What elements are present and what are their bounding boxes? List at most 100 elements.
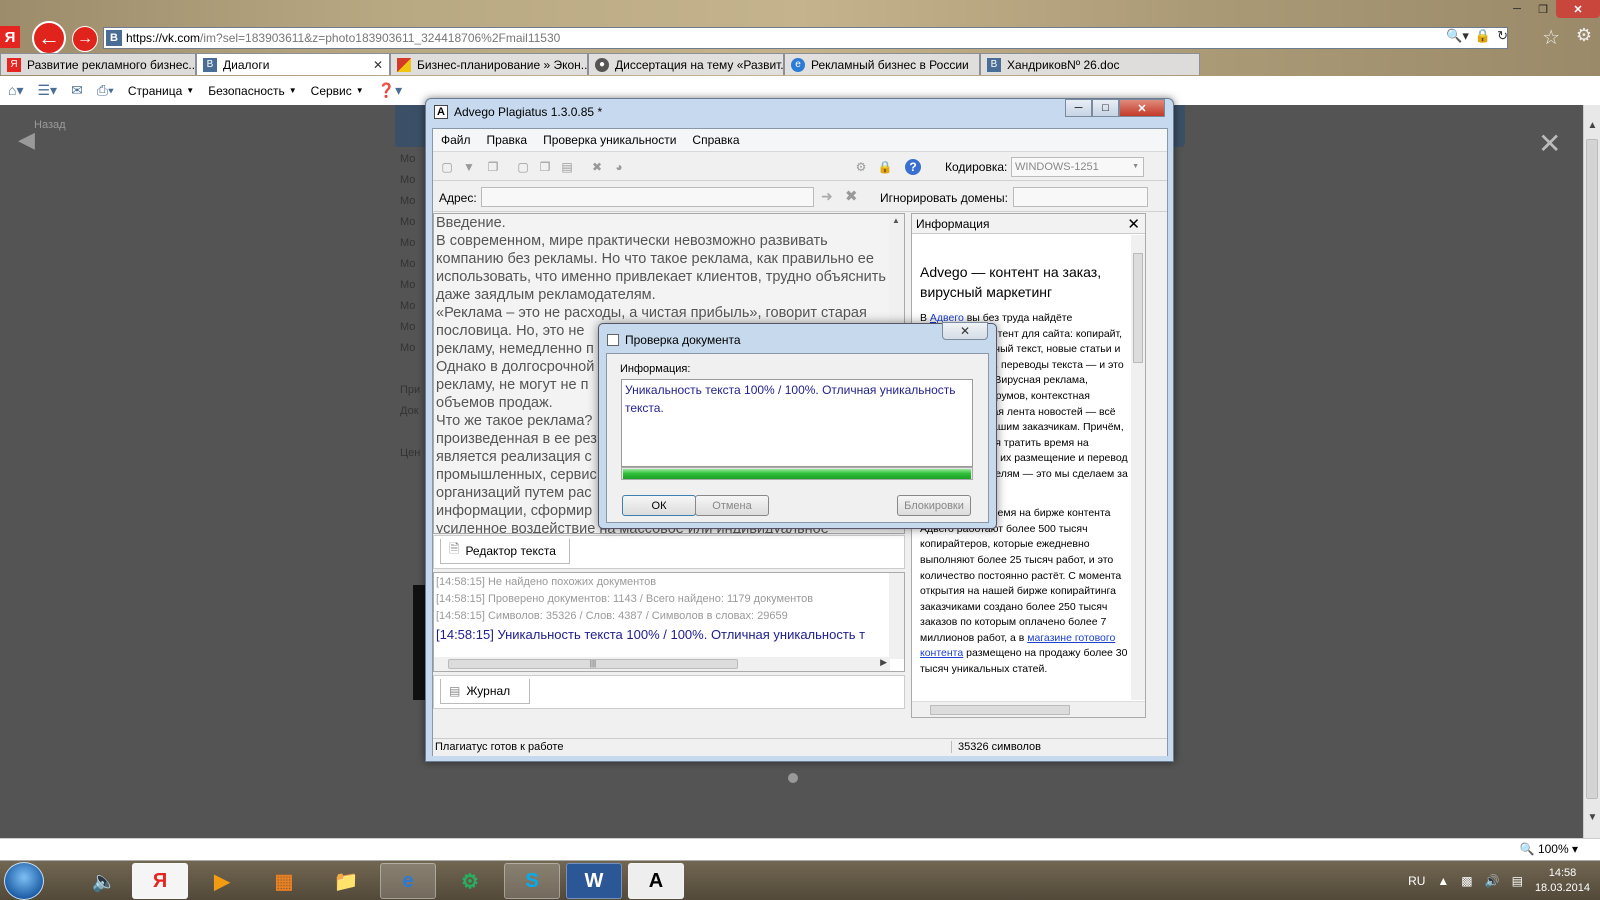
globe-icon[interactable]: ◕ [611, 159, 627, 175]
volume-icon[interactable]: 🔊 [1485, 874, 1500, 888]
menu-check-uniqueness[interactable]: Проверка уникальности [535, 133, 684, 147]
menu-file[interactable]: Файл [433, 133, 479, 147]
stop-icon[interactable]: ✖ [845, 187, 858, 205]
sidebar-item[interactable]: Мо [400, 321, 420, 342]
folder-icon[interactable]: 📁 [318, 863, 374, 899]
sidebar-item[interactable]: Мо [400, 174, 420, 195]
menu-help[interactable]: Справка [684, 133, 747, 147]
maximize-icon[interactable]: □ [1092, 99, 1119, 117]
sidebar-item[interactable]: Мо [400, 342, 420, 363]
info-hscrollbar[interactable] [912, 701, 1145, 717]
network-app-icon[interactable]: ⚙ [442, 863, 498, 899]
scroll-thumb[interactable]: ||| [448, 659, 738, 669]
network-icon[interactable]: ▩ [1461, 874, 1472, 888]
close-window-button[interactable]: ✕ [1556, 0, 1600, 18]
sidebar-item[interactable]: Док [400, 405, 420, 426]
browser-tab[interactable]: e Рекламный бизнес в России [784, 53, 980, 75]
scroll-thumb[interactable] [930, 705, 1070, 715]
tab-close-icon[interactable]: ✕ [367, 58, 383, 72]
browser-tab[interactable]: ● Диссертация на тему «Развит... [588, 53, 784, 75]
yandex-browser-icon[interactable]: Я [132, 863, 188, 899]
zoom-control[interactable]: 🔍 100% ▾ [1520, 842, 1578, 856]
office-app-icon[interactable]: ▦ [256, 863, 312, 899]
tab-text-editor[interactable]: 🗎 Редактор текста [440, 539, 570, 564]
address-input[interactable] [481, 187, 814, 207]
sidebar-item[interactable]: Мо [400, 279, 420, 300]
refresh-icon[interactable]: ↻ [1497, 28, 1508, 44]
browser-tab[interactable]: Я Развитие рекламного бизнес... [0, 53, 196, 75]
ignore-domains-input[interactable] [1013, 187, 1148, 207]
favorites-star-icon[interactable]: ☆ [1542, 25, 1560, 50]
sidebar-item[interactable]: Мо [400, 300, 420, 321]
info-scrollbar[interactable] [1131, 235, 1145, 700]
encoding-select[interactable]: WINDOWS-1251 ▼ [1011, 157, 1144, 177]
word-icon[interactable]: W [566, 863, 622, 899]
menu-security[interactable]: Безопасность ▼ [208, 84, 296, 98]
forward-button[interactable]: → [72, 26, 98, 52]
menu-service[interactable]: Сервис ▼ [311, 84, 364, 98]
copy-document-icon[interactable]: ❐ [485, 159, 501, 175]
ok-button[interactable]: ОК [622, 495, 696, 516]
mail-icon[interactable]: ✉ [71, 82, 83, 99]
yandex-icon[interactable]: Я [0, 26, 20, 48]
dialog-message-box[interactable]: Уникальность текста 100% / 100%. Отлична… [621, 379, 973, 467]
back-button[interactable]: ← [32, 21, 66, 55]
tools-icon[interactable]: ✖ [589, 159, 605, 175]
start-button[interactable] [4, 862, 44, 900]
cancel-button[interactable]: Отмена [695, 495, 769, 516]
scroll-right-icon[interactable]: ▶ [880, 657, 887, 668]
address-bar[interactable]: B https://vk.com/im?sel=183903611&z=phot… [103, 27, 1508, 49]
sidebar-item[interactable]: Мо [400, 216, 420, 237]
close-icon[interactable]: ✕ [1127, 215, 1140, 233]
browser-tab[interactable]: B ХандриковNº 26.doc [980, 53, 1200, 75]
notification-icon[interactable]: ▤ [1512, 874, 1523, 888]
advego-icon[interactable]: A [628, 863, 684, 899]
browser-tab-active[interactable]: B Диалоги ✕ [196, 53, 390, 75]
log-hscrollbar[interactable]: ||| ▶ [434, 657, 890, 671]
scroll-up-icon[interactable]: ▲ [892, 216, 900, 225]
ie-icon[interactable]: e [380, 863, 436, 899]
close-icon[interactable]: ✕ [1538, 127, 1561, 160]
search-icon[interactable]: 🔍▾ [1446, 28, 1469, 44]
sidebar-item[interactable]: При [400, 384, 420, 405]
new-document-icon[interactable]: ▢ [439, 159, 455, 175]
scroll-down-icon[interactable]: ▼ [1584, 809, 1600, 826]
sidebar-item[interactable]: Мо [400, 237, 420, 258]
rss-icon[interactable]: ☰▾ [37, 82, 57, 99]
clock[interactable]: 14:58 18.03.2014 [1535, 866, 1590, 896]
lock-icon[interactable]: 🔒 [877, 159, 893, 175]
menu-edit[interactable]: Правка [479, 133, 536, 147]
sidebar-item[interactable]: Мо [400, 258, 420, 279]
close-icon[interactable]: ✕ [1119, 99, 1165, 117]
lock-icon[interactable]: 🔒 [1475, 28, 1491, 44]
cut-icon[interactable]: ▢ [515, 159, 531, 175]
restore-icon[interactable]: ❐ [1530, 0, 1556, 18]
sidebar-item[interactable]: Цен [400, 447, 420, 468]
settings-icon[interactable]: ⚙ [853, 159, 869, 175]
print-icon[interactable]: ⎙▾ [97, 82, 114, 99]
sidebar-item[interactable]: Мо [400, 153, 420, 174]
blocks-button[interactable]: Блокировки [897, 495, 971, 516]
help-icon[interactable]: ❓▾ [378, 82, 402, 99]
media-player-icon[interactable]: ▶ [194, 863, 250, 899]
go-arrow-icon[interactable]: ➜ [821, 188, 833, 205]
browser-tab[interactable]: Бизнес-планирование » Экон... [390, 53, 588, 75]
scroll-thumb[interactable] [1133, 253, 1143, 363]
gear-icon[interactable]: ⚙ [1576, 25, 1592, 46]
back-link[interactable]: Назад ◀ [14, 119, 66, 152]
copy-icon[interactable]: ❐ [537, 159, 553, 175]
dialog-close-button[interactable]: ✕ [942, 322, 988, 340]
page-scrollbar[interactable]: ▲ ▼ [1583, 105, 1600, 838]
tray-arrow-icon[interactable]: ▲ [1437, 874, 1449, 888]
scroll-up-icon[interactable]: ▲ [1584, 117, 1600, 134]
menu-page[interactable]: Страница ▼ [128, 84, 194, 98]
open-html-icon[interactable]: ▼ [461, 159, 477, 175]
help-icon[interactable]: ? [905, 159, 921, 175]
home-icon[interactable]: ⌂▾ [8, 82, 23, 99]
minimize-icon[interactable]: ─ [1065, 99, 1092, 117]
skype-icon[interactable]: S [504, 863, 560, 899]
sidebar-item[interactable]: Мо [400, 195, 420, 216]
speaker-app-icon[interactable]: 🔈 [76, 863, 132, 899]
log-scrollbar[interactable] [889, 573, 904, 659]
language-indicator[interactable]: RU [1408, 874, 1425, 888]
